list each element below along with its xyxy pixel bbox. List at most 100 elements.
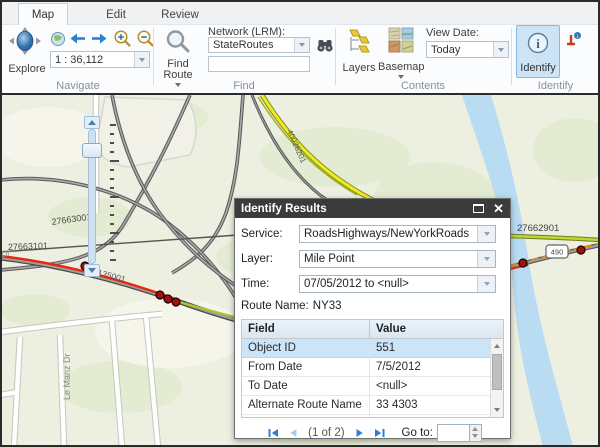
- contents-group-label: Contents: [335, 80, 511, 92]
- full-extent-button[interactable]: [50, 31, 66, 52]
- map-scale-dropdown-arrow[interactable]: [134, 52, 149, 67]
- identify-info-icon: i: [526, 31, 550, 55]
- identify-route-locations-button[interactable]: i: [565, 31, 583, 54]
- view-date-label: View Date:: [426, 27, 479, 39]
- basemap-caret-icon: [398, 75, 404, 79]
- basemap-icon: [388, 27, 415, 54]
- forward-arrow-icon: [91, 32, 108, 45]
- group-divider: [335, 28, 336, 85]
- time-combo[interactable]: 07/05/2012 to <null>: [299, 275, 496, 293]
- zoom-slider-up-button[interactable]: [84, 116, 100, 129]
- zoom-slider-thumb[interactable]: [82, 143, 102, 158]
- view-date-dropdown-arrow[interactable]: [493, 42, 508, 57]
- view-date-combo[interactable]: Today: [426, 41, 509, 58]
- network-lrm-combo[interactable]: StateRoutes: [208, 37, 310, 53]
- svg-text:i: i: [536, 36, 540, 51]
- goto-spinner[interactable]: [470, 424, 482, 442]
- street-name-label: Le Manz Dr: [62, 353, 72, 400]
- explore-label: Explore: [7, 63, 47, 75]
- route-id-label: 27663101: [8, 241, 48, 252]
- table-row[interactable]: Alternate Route Name 33 4303: [242, 396, 503, 415]
- zoom-slider-down-button[interactable]: [84, 264, 100, 277]
- basemap-button[interactable]: Basemap: [378, 27, 424, 85]
- close-icon[interactable]: ✕: [493, 202, 504, 215]
- time-row: Time: 07/05/2012 to <null>: [241, 275, 504, 293]
- identify-button[interactable]: i Identify: [516, 25, 560, 78]
- table-row[interactable]: To Date <null>: [242, 377, 503, 396]
- goto-label: Go to:: [402, 427, 433, 439]
- layers-icon: [346, 28, 372, 56]
- goto-input[interactable]: [437, 424, 470, 442]
- map-zoom-slider[interactable]: [80, 116, 120, 278]
- map-marker[interactable]: [156, 291, 164, 299]
- value-cell: <null>: [370, 377, 503, 396]
- down-arrow-icon: [88, 268, 96, 273]
- zoom-in-icon: [113, 29, 131, 48]
- zoom-in-button[interactable]: [113, 29, 131, 53]
- ribbon-tabstrip: Map Edit Review: [2, 2, 598, 25]
- up-arrow-icon: [88, 120, 96, 125]
- table-row[interactable]: Object ID 551: [242, 339, 503, 358]
- route-name-value: NY33: [313, 300, 342, 312]
- layer-value: Mile Point: [300, 253, 477, 265]
- network-lrm-dropdown-arrow[interactable]: [294, 38, 309, 52]
- table-row[interactable]: From Date 7/5/2012: [242, 358, 503, 377]
- dialog-body: Service: RoadsHighways/NewYorkRoads Laye…: [235, 218, 510, 443]
- field-column-header: Field: [242, 320, 370, 338]
- last-page-button[interactable]: [373, 427, 386, 439]
- time-dropdown-arrow[interactable]: [477, 276, 495, 292]
- value-cell: 551: [370, 339, 503, 358]
- forward-extent-button[interactable]: [91, 32, 108, 50]
- find-binoculars-button[interactable]: [316, 38, 334, 58]
- layers-label: Layers: [340, 62, 378, 74]
- layer-label: Layer:: [241, 253, 299, 265]
- table-scrollbar[interactable]: [490, 339, 503, 417]
- first-page-button[interactable]: [267, 427, 280, 439]
- route-shield: 490: [546, 245, 568, 258]
- maximize-icon[interactable]: [473, 204, 484, 213]
- scrollbar-thumb[interactable]: [492, 354, 502, 390]
- explore-button[interactable]: Explore: [7, 27, 47, 77]
- scrollbar-up-arrow[interactable]: [491, 340, 503, 352]
- tab-map[interactable]: Map: [18, 3, 68, 25]
- layer-dropdown-arrow[interactable]: [477, 251, 495, 267]
- map-marker[interactable]: [577, 246, 585, 254]
- globe-icon: [50, 31, 66, 47]
- basemap-label: Basemap: [378, 61, 424, 73]
- find-group-label: Find: [154, 80, 334, 92]
- tab-review[interactable]: Review: [152, 5, 208, 25]
- dialog-titlebar[interactable]: Identify Results ✕: [235, 199, 510, 218]
- map-marker[interactable]: [519, 259, 527, 267]
- binoculars-icon: [316, 38, 334, 53]
- attributes-table: Field Value Object ID 551 From Date 7/5/…: [241, 319, 504, 418]
- group-divider: [511, 28, 512, 85]
- map-marker[interactable]: [164, 295, 172, 303]
- route-input-combo[interactable]: [208, 56, 310, 72]
- tab-edit[interactable]: Edit: [94, 5, 138, 25]
- zoom-out-button[interactable]: [136, 29, 154, 53]
- ribbon: Map Edit Review Explore: [0, 0, 600, 93]
- back-extent-button[interactable]: [69, 32, 86, 50]
- field-cell: Object ID: [242, 339, 370, 357]
- spinner-up-icon: [472, 427, 478, 431]
- map-scale-combo[interactable]: 1 : 36,112: [50, 51, 150, 68]
- map-marker[interactable]: [172, 298, 180, 306]
- layer-combo[interactable]: Mile Point: [299, 250, 496, 268]
- next-page-button[interactable]: [354, 427, 365, 439]
- route-id-label: 27662901: [517, 223, 559, 234]
- app-window: Map Edit Review Explore: [0, 0, 600, 447]
- ribbon-body: Explore: [2, 25, 598, 91]
- layers-button[interactable]: Layers: [340, 28, 378, 76]
- value-cell: 7/5/2012: [370, 358, 503, 377]
- route-shield-number: 490: [551, 248, 564, 257]
- scrollbar-down-arrow[interactable]: [491, 404, 503, 416]
- identify-button-label: Identify: [517, 62, 559, 74]
- layer-row: Layer: Mile Point: [241, 250, 504, 268]
- service-dropdown-arrow[interactable]: [477, 226, 495, 242]
- find-route-button[interactable]: Find Route: [158, 29, 198, 87]
- service-row: Service: RoadsHighways/NewYorkRoads: [241, 225, 504, 243]
- service-combo[interactable]: RoadsHighways/NewYorkRoads: [299, 225, 496, 243]
- field-cell: From Date: [242, 358, 370, 376]
- previous-page-button[interactable]: [288, 427, 299, 439]
- identify-route-locations-icon: i: [565, 31, 583, 49]
